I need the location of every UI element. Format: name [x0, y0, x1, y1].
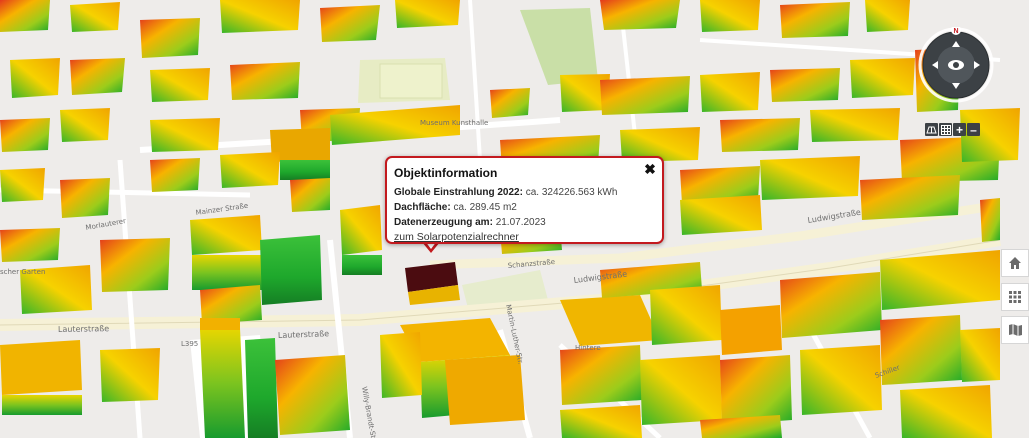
- info-label: Dachfläche:: [394, 202, 451, 213]
- layers-grid-button[interactable]: [1001, 283, 1029, 311]
- poi-label-museum: Museum Kunsthalle: [420, 119, 488, 127]
- view-3d-icon[interactable]: [925, 123, 938, 136]
- grid-icon: [1009, 291, 1021, 303]
- grid-view-icon[interactable]: [939, 123, 952, 136]
- popup-title: Objektinformation: [394, 166, 498, 180]
- solar-calculator-link[interactable]: zum Solarpotenzialrechner: [394, 230, 654, 244]
- info-value: ca. 324226.563 kWh: [525, 187, 618, 198]
- info-row-einstrahlung: Globale Einstrahlung 2022: ca. 324226.56…: [394, 185, 654, 200]
- home-button[interactable]: [1001, 249, 1029, 277]
- map-icon: [1008, 324, 1022, 336]
- navigation-compass[interactable]: N: [918, 27, 994, 103]
- street-label-hintere: Hintere: [575, 344, 601, 352]
- zoom-in-button[interactable]: +: [953, 123, 966, 137]
- street-label-lauterstrasse-west: Lauterstraße: [58, 324, 109, 334]
- home-icon: [1009, 257, 1021, 269]
- info-label: Globale Einstrahlung 2022:: [394, 187, 523, 198]
- info-value: 21.07.2023: [495, 217, 546, 228]
- info-value: ca. 289.45 m2: [453, 202, 517, 213]
- object-info-popup: ✖ Objektinformation Globale Einstrahlung…: [385, 156, 664, 244]
- zoom-out-button[interactable]: –: [967, 123, 980, 137]
- area-label-garten: scher Garten: [0, 268, 45, 276]
- street-label-lauterstrasse: Lauterstraße: [278, 329, 330, 340]
- info-row-datenerzeugung: Datenerzeugung am: 21.07.2023: [394, 215, 654, 230]
- close-icon[interactable]: ✖: [643, 162, 657, 176]
- info-label: Datenerzeugung am:: [394, 217, 493, 228]
- map-view-button[interactable]: [1001, 316, 1029, 344]
- info-row-dachflaeche: Dachfläche: ca. 289.45 m2: [394, 200, 654, 215]
- road-number-l395: L395: [181, 340, 198, 348]
- compass-north-label: N: [953, 28, 958, 35]
- map-tool-bar: + –: [925, 123, 980, 137]
